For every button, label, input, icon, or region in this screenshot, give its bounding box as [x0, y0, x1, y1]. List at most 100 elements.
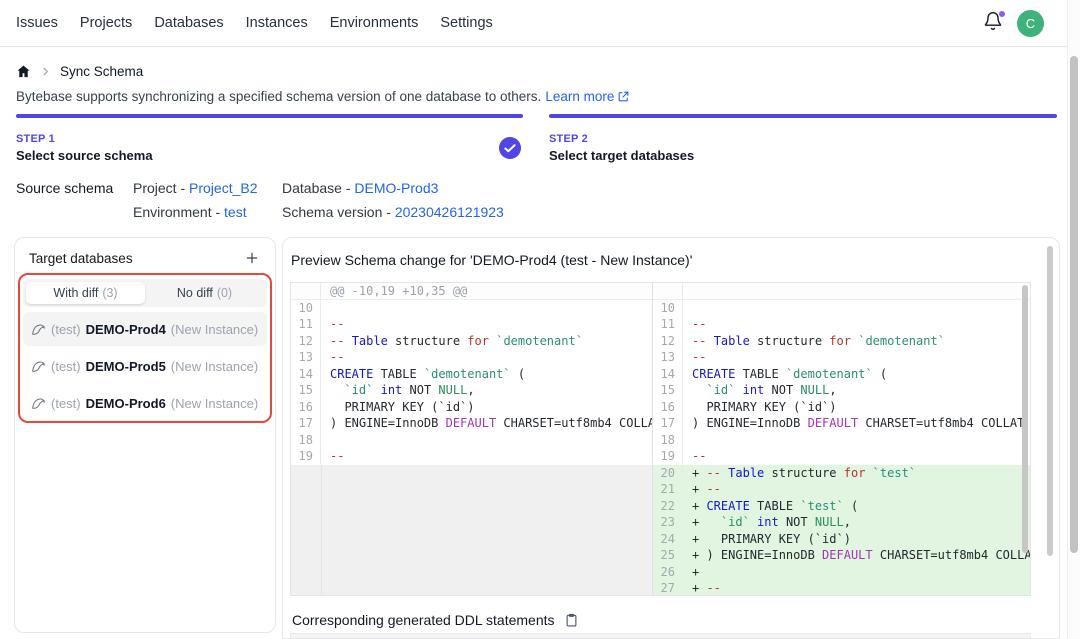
code-text: [321, 432, 330, 449]
ddl-code-block-top: [290, 633, 1031, 639]
step1-progress-bar: [16, 114, 523, 118]
step1: STEP 1 Select source schema: [16, 133, 153, 163]
target-databases-title: Target databases: [29, 251, 133, 266]
db-suffix: (New Instance): [171, 322, 258, 337]
diff-line: 25+ ) ENGINE=InnoDB DEFAULT CHARSET=utf8…: [653, 547, 1030, 564]
diff-line: 15 `id` int NOT NULL,: [291, 382, 652, 399]
mysql-icon: [31, 359, 46, 374]
diff-line: 16 PRIMARY KEY (`id`): [653, 399, 1030, 416]
db-environment: (test): [51, 322, 81, 337]
field-label: Project -: [133, 180, 189, 196]
target-db-highlight-border: With diff(3)No diff(0) (test)DEMO-Prod4(…: [18, 273, 272, 423]
code-text: --: [683, 448, 706, 465]
code-text: + --: [683, 580, 721, 595]
code-text: --: [321, 448, 344, 465]
tab-count: (3): [102, 286, 117, 300]
learn-more-label: Learn more: [545, 89, 614, 104]
line-number: 10: [653, 300, 683, 317]
check-circle-icon: [499, 137, 521, 159]
tab-with-diff[interactable]: With diff (3): [26, 282, 145, 304]
diff-line: 10: [291, 300, 652, 317]
avatar[interactable]: C: [1017, 10, 1044, 37]
schema-diff-editor[interactable]: @@ -10,19 +10,35 @@1011--12-- Table stru…: [290, 282, 1031, 596]
code-text: -- Table structure for `demotenant`: [321, 333, 583, 350]
tab-label: With diff: [53, 286, 98, 300]
code-text: CREATE TABLE `demotenant` (: [683, 366, 887, 383]
line-number: 18: [291, 432, 321, 449]
db-environment: (test): [51, 359, 81, 374]
target-db-item[interactable]: (test) DEMO-Prod4 (New Instance): [23, 312, 267, 346]
code-text: CREATE TABLE `demotenant` (: [321, 366, 525, 383]
intro-text: Bytebase supports synchronizing a specif…: [16, 89, 630, 104]
diff-line: 14CREATE TABLE `demotenant` (: [653, 366, 1030, 383]
step2-title: Select target databases: [549, 148, 694, 163]
db-name: DEMO-Prod6: [86, 396, 166, 411]
code-text: PRIMARY KEY (`id`): [683, 399, 837, 416]
nav-item-instances[interactable]: Instances: [246, 15, 308, 31]
line-number: 27: [653, 580, 683, 595]
nav-item-settings[interactable]: Settings: [440, 15, 492, 31]
line-number: 14: [653, 366, 683, 383]
nav-item-issues[interactable]: Issues: [16, 15, 58, 31]
panel-scrollbar-thumb[interactable]: [1047, 246, 1053, 556]
diff-line: 11--: [291, 316, 652, 333]
db-suffix: (New Instance): [171, 396, 258, 411]
add-target-database-button[interactable]: [242, 248, 262, 268]
learn-more-link[interactable]: Learn more: [545, 89, 630, 104]
diff-line: 24+ PRIMARY KEY (`id`): [653, 531, 1030, 548]
target-db-item[interactable]: (test)DEMO-Prod5(New Instance): [23, 349, 267, 383]
nav-item-environments[interactable]: Environments: [330, 15, 419, 31]
page-scrollbar[interactable]: [1067, 0, 1080, 639]
source-field-project: Project - Project_B2: [133, 180, 282, 196]
editor-scrollbar-thumb[interactable]: [1022, 285, 1028, 553]
diff-hunk-header: [683, 283, 692, 299]
code-text: --: [683, 316, 706, 333]
diff-line: 19--: [291, 448, 652, 465]
diff-line: 27+ --: [653, 580, 1030, 595]
source-field-schema-version: Schema version - 20230426121923: [282, 204, 504, 220]
copy-button[interactable]: [564, 612, 579, 628]
project-link[interactable]: Project_B2: [189, 180, 257, 196]
schema-version-link[interactable]: 20230426121923: [395, 204, 504, 220]
step2-progress-bar: [549, 114, 1057, 118]
db-environment: (test): [51, 396, 81, 411]
tab-count: (0): [217, 286, 232, 300]
line-number: 15: [291, 382, 321, 399]
clipboard-icon: [564, 612, 579, 628]
line-number: 23: [653, 514, 683, 531]
home-icon[interactable]: [16, 64, 31, 79]
target-databases-panel: Target databases With diff(3)No diff(0) …: [14, 237, 276, 633]
line-number: 22: [653, 498, 683, 515]
tab-no-diff[interactable]: No diff (0): [145, 282, 264, 304]
line-number: 11: [291, 316, 321, 333]
diff-line: 17) ENGINE=InnoDB DEFAULT CHARSET=utf8mb…: [653, 415, 1030, 432]
diff-line: 15 `id` int NOT NULL,: [653, 382, 1030, 399]
database-link[interactable]: DEMO-Prod3: [354, 180, 438, 196]
diff-line: 12-- Table structure for `demotenant`: [291, 333, 652, 350]
page-scrollbar-thumb[interactable]: [1070, 56, 1078, 553]
line-number: 16: [653, 399, 683, 416]
nav-item-databases[interactable]: Databases: [154, 15, 223, 31]
target-db-item[interactable]: (test) DEMO-Prod6 (New Instance): [23, 386, 267, 420]
code-text: [683, 300, 692, 317]
diff-line: 14CREATE TABLE `demotenant` (: [291, 366, 652, 383]
environment-link[interactable]: test: [224, 204, 247, 220]
notification-badge: [998, 10, 1006, 18]
diff-line: 18: [291, 432, 652, 449]
plus-icon: [244, 250, 260, 266]
db-name: DEMO-Prod4: [86, 322, 166, 337]
source-field-environment: Environment - test: [133, 204, 282, 220]
target-db-list: (test)DEMO-Prod4(New Instance)(test)DEMO…: [23, 312, 267, 420]
breadcrumb: Sync Schema: [16, 64, 143, 79]
breadcrumb-current: Sync Schema: [60, 64, 143, 79]
nav-item-projects[interactable]: Projects: [80, 15, 132, 31]
tab-label: No diff: [177, 286, 213, 300]
diff-meta-row: @@ -10,19 +10,35 @@: [291, 283, 652, 300]
preview-panel: Preview Schema change for 'DEMO-Prod4 (t…: [282, 237, 1060, 639]
notifications-button[interactable]: [982, 12, 1004, 34]
line-number: 13: [291, 349, 321, 366]
step1-title: Select source schema: [16, 148, 153, 163]
line-number: 18: [653, 432, 683, 449]
code-text: `id` int NOT NULL,: [683, 382, 837, 399]
line-number: 12: [653, 333, 683, 350]
